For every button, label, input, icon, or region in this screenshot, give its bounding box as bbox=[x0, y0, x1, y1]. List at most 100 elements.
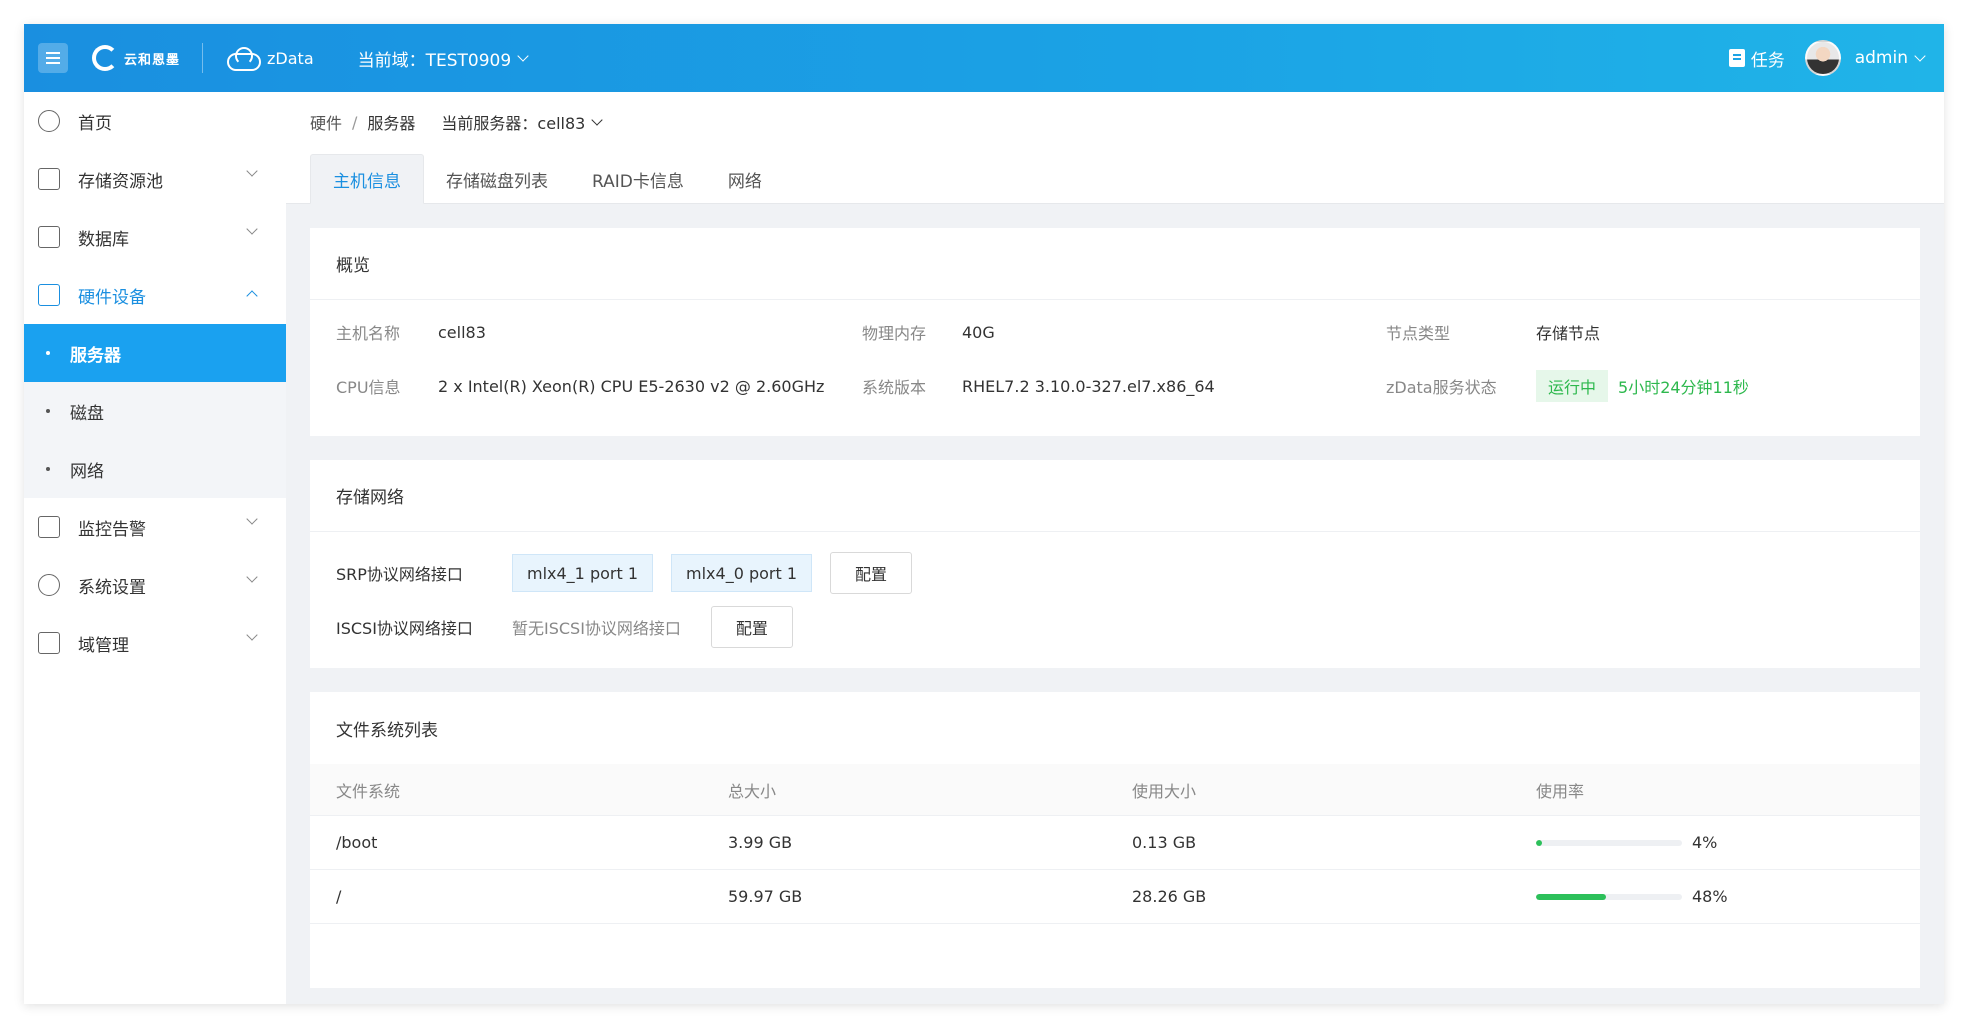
column-header: 使用大小 bbox=[1132, 781, 1197, 801]
hardware-submenu: 服务器 磁盘 网络 bbox=[24, 324, 286, 498]
fs-usage-cell: 4% bbox=[1536, 816, 1717, 869]
brand-logo[interactable]: 云和恩墨 bbox=[92, 45, 180, 71]
iscsi-config-button[interactable]: 配置 bbox=[710, 606, 793, 648]
chevron-up-icon bbox=[246, 290, 258, 302]
fs-total-cell: 3.99 GB bbox=[728, 833, 793, 852]
srp-config-button[interactable]: 配置 bbox=[830, 552, 913, 594]
usage-progress-bar bbox=[1536, 893, 1682, 900]
bullet-icon bbox=[46, 467, 50, 471]
tab-network[interactable]: 网络 bbox=[706, 154, 784, 204]
cpu-field: CPU信息 2 x Intel(R) Xeon(R) CPU E5-2630 v… bbox=[336, 374, 824, 398]
column-header: 总大小 bbox=[728, 781, 777, 801]
card-title: 存储网络 bbox=[310, 460, 1920, 532]
host-name-field: 主机名称 cell83 bbox=[336, 320, 486, 344]
sidebar-item-domain[interactable]: 域管理 bbox=[24, 614, 286, 672]
field-label: 物理内存 bbox=[862, 324, 927, 343]
sidebar-item-label: 存储资源池 bbox=[78, 171, 163, 192]
settings-icon bbox=[38, 574, 60, 596]
sidebar-item-hardware[interactable]: 硬件设备 bbox=[24, 266, 286, 324]
hamburger-icon bbox=[46, 57, 60, 59]
storage-pool-icon bbox=[38, 168, 60, 190]
tab-bar: 主机信息 存储磁盘列表 RAID卡信息 网络 bbox=[310, 154, 784, 204]
sidebar-item-database[interactable]: 数据库 bbox=[24, 208, 286, 266]
sidebar-item-label: 首页 bbox=[78, 113, 112, 134]
chevron-down-icon bbox=[246, 513, 258, 525]
sidebar-item-label: 数据库 bbox=[78, 229, 129, 250]
server-selector[interactable]: 当前服务器：cell83 bbox=[441, 110, 603, 134]
chevron-down-icon bbox=[246, 629, 258, 641]
user-menu[interactable]: admin bbox=[1855, 48, 1926, 68]
app-window: 云和恩墨 zData 当前域：TEST0909 任务 admin 首页 存储资源… bbox=[24, 24, 1944, 1004]
field-label: ISCSI协议网络接口 bbox=[336, 619, 473, 638]
filesystem-card: 文件系统列表 文件系统 总大小 使用大小 使用率 /boot 3.99 GB 0… bbox=[310, 692, 1920, 988]
fs-used-cell: 28.26 GB bbox=[1132, 887, 1207, 906]
sidebar-item-home[interactable]: 首页 bbox=[24, 92, 286, 150]
fs-total-cell: 59.97 GB bbox=[728, 887, 803, 906]
field-value: 40G bbox=[962, 322, 995, 342]
tab-raid-info[interactable]: RAID卡信息 bbox=[570, 154, 706, 204]
chevron-down-icon bbox=[1914, 49, 1926, 62]
chevron-down-icon bbox=[246, 223, 258, 235]
hardware-icon bbox=[38, 284, 60, 306]
page-header: 硬件 / 服务器 当前服务器：cell83 主机信息 存储磁盘列表 RAID卡信… bbox=[286, 92, 1944, 204]
card-title: 概览 bbox=[310, 228, 1920, 300]
table-row: / 59.97 GB 28.26 GB 48% bbox=[310, 870, 1920, 924]
product-logo[interactable]: zData bbox=[225, 47, 314, 71]
task-button[interactable]: 任务 bbox=[1728, 46, 1785, 71]
field-value: 存储节点 bbox=[1536, 324, 1601, 343]
current-server-label: 当前服务器：cell83 bbox=[441, 114, 586, 133]
chevron-down-icon bbox=[246, 165, 258, 177]
iscsi-interface-row: ISCSI协议网络接口 暂无ISCSI协议网络接口 配置 bbox=[336, 606, 793, 648]
chevron-down-icon bbox=[517, 49, 529, 62]
field-value: 2 x Intel(R) Xeon(R) CPU E5-2630 v2 @ 2.… bbox=[438, 376, 825, 396]
divider bbox=[202, 43, 204, 73]
port-tag: mlx4_1 port 1 bbox=[512, 554, 654, 592]
tab-storage-disks[interactable]: 存储磁盘列表 bbox=[424, 154, 570, 204]
sidebar-item-storage-pool[interactable]: 存储资源池 bbox=[24, 150, 286, 208]
chevron-down-icon bbox=[246, 571, 258, 583]
cloud-icon bbox=[225, 47, 262, 71]
overview-card: 概览 主机名称 cell83 CPU信息 2 x Intel(R) Xeon(R… bbox=[310, 228, 1920, 436]
fs-name-cell: /boot bbox=[336, 833, 378, 852]
column-header: 文件系统 bbox=[336, 781, 401, 801]
field-label: 主机名称 bbox=[336, 324, 401, 343]
menu-toggle-button[interactable] bbox=[38, 43, 68, 73]
breadcrumb-item: 服务器 bbox=[367, 114, 416, 133]
sidebar-item-label: 监控告警 bbox=[78, 519, 146, 540]
clipboard-icon bbox=[1728, 49, 1745, 67]
sidebar-item-settings[interactable]: 系统设置 bbox=[24, 556, 286, 614]
field-label: SRP协议网络接口 bbox=[336, 565, 463, 584]
domain-icon bbox=[38, 632, 60, 654]
domain-label: 当前域：TEST0909 bbox=[357, 50, 512, 71]
sidebar-subitem-network[interactable]: 网络 bbox=[24, 440, 286, 498]
sidebar-subitem-server[interactable]: 服务器 bbox=[24, 324, 286, 382]
fs-name-cell: / bbox=[336, 887, 342, 906]
tab-host-info[interactable]: 主机信息 bbox=[310, 154, 424, 204]
sidebar-subitem-disk[interactable]: 磁盘 bbox=[24, 382, 286, 440]
monitor-icon bbox=[38, 516, 60, 538]
node-type-field: 节点类型 存储节点 bbox=[1386, 320, 1600, 344]
empty-interface-text: 暂无ISCSI协议网络接口 bbox=[512, 619, 681, 638]
sidebar-item-label: 域管理 bbox=[78, 635, 129, 656]
uptime-text: 5小时24分钟11秒 bbox=[1618, 378, 1749, 397]
avatar[interactable] bbox=[1804, 40, 1841, 76]
domain-selector[interactable]: 当前域：TEST0909 bbox=[357, 46, 529, 71]
storage-network-card: 存储网络 SRP协议网络接口 mlx4_1 port 1 mlx4_0 port… bbox=[310, 460, 1920, 668]
sidebar-item-monitor[interactable]: 监控告警 bbox=[24, 498, 286, 556]
column-header: 使用率 bbox=[1536, 781, 1585, 801]
fs-usage-cell: 48% bbox=[1536, 870, 1728, 923]
bullet-icon bbox=[46, 351, 50, 355]
breadcrumb-item[interactable]: 硬件 bbox=[310, 110, 342, 134]
usage-percent: 4% bbox=[1692, 833, 1718, 852]
chevron-down-icon bbox=[591, 113, 603, 126]
breadcrumb: 硬件 / 服务器 当前服务器：cell83 bbox=[310, 110, 603, 134]
product-name: zData bbox=[267, 48, 314, 68]
top-bar: 云和恩墨 zData 当前域：TEST0909 任务 admin bbox=[24, 24, 1944, 92]
field-label: 系统版本 bbox=[862, 378, 927, 397]
service-status-field: zData服务状态 运行中 5小时24分钟11秒 bbox=[1386, 370, 1749, 402]
bullet-icon bbox=[46, 409, 50, 413]
srp-interface-row: SRP协议网络接口 mlx4_1 port 1 mlx4_0 port 1 配置 bbox=[336, 552, 913, 594]
card-title: 文件系统列表 bbox=[336, 720, 438, 741]
sidebar-item-label: 系统设置 bbox=[78, 577, 146, 598]
sidebar-item-label: 硬件设备 bbox=[78, 287, 146, 308]
